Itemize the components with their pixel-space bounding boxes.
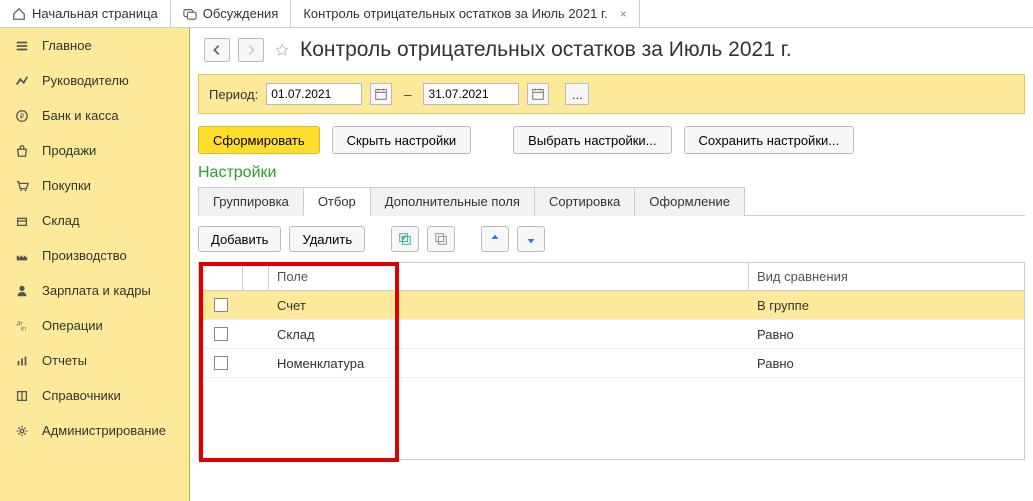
date-from-input[interactable] (266, 83, 362, 105)
tab-label: Контроль отрицательных остатков за Июль … (303, 6, 607, 21)
nav-back-button[interactable] (204, 38, 230, 62)
row-checkbox[interactable] (214, 356, 228, 370)
period-more-button[interactable]: ... (565, 83, 589, 105)
sidebar-item-sales[interactable]: Продажи (0, 133, 189, 168)
sidebar-item-label: Отчеты (42, 353, 87, 368)
calendar-from-button[interactable] (370, 83, 392, 105)
date-to-input[interactable] (423, 83, 519, 105)
delete-button[interactable]: Удалить (289, 226, 365, 252)
row-checkbox[interactable] (214, 327, 228, 341)
sidebar-item-reports[interactable]: Отчеты (0, 343, 189, 378)
period-label: Период: (209, 87, 258, 102)
move-down-button[interactable] (517, 226, 545, 252)
sidebar-item-label: Склад (42, 213, 80, 228)
form-button[interactable]: Сформировать (198, 126, 320, 154)
settings-heading: Настройки (198, 164, 1025, 182)
person-icon (14, 283, 30, 299)
nav-forward-button[interactable] (238, 38, 264, 62)
sidebar-item-label: Справочники (42, 388, 121, 403)
favorite-icon[interactable] (272, 40, 292, 60)
page-title: Контроль отрицательных остатков за Июль … (300, 38, 792, 62)
row-checkbox[interactable] (214, 298, 228, 312)
home-icon (12, 7, 26, 21)
table-row[interactable]: Номенклатура Равно (199, 349, 1024, 378)
close-icon[interactable]: × (620, 7, 627, 21)
uncheck-all-button[interactable] (427, 226, 455, 252)
table-row[interactable]: Склад Равно (199, 320, 1024, 349)
factory-icon (14, 248, 30, 264)
subtab-design[interactable]: Оформление (634, 187, 745, 216)
sidebar-item-label: Покупки (42, 178, 91, 193)
sidebar-item-label: Главное (42, 38, 92, 53)
content-area: Контроль отрицательных остатков за Июль … (190, 28, 1033, 501)
sidebar-item-operations[interactable]: ДтКт Операции (0, 308, 189, 343)
filter-table: Поле Вид сравнения Счет В группе Склад Р… (198, 262, 1025, 460)
sidebar-item-label: Продажи (42, 143, 96, 158)
save-settings-button[interactable]: Сохранить настройки... (684, 126, 855, 154)
box-icon (14, 213, 30, 229)
col-field: Поле (269, 263, 749, 290)
tab-discussions[interactable]: Обсуждения (171, 0, 292, 27)
choose-settings-button[interactable]: Выбрать настройки... (513, 126, 671, 154)
transactions-icon: ДтКт (14, 318, 30, 334)
hide-settings-button[interactable]: Скрыть настройки (332, 126, 472, 154)
bag-icon (14, 143, 30, 159)
sidebar-item-bank[interactable]: ₽ Банк и касса (0, 98, 189, 133)
col-condition: Вид сравнения (749, 263, 1024, 290)
top-tabbar: Начальная страница Обсуждения Контроль о… (0, 0, 1033, 28)
sidebar-item-purchases[interactable]: Покупки (0, 168, 189, 203)
menu-icon (14, 38, 30, 54)
period-bar: Период: – ... (198, 74, 1025, 114)
filter-toolbar: Добавить Удалить (198, 226, 1025, 252)
sidebar-item-references[interactable]: Справочники (0, 378, 189, 413)
ruble-icon: ₽ (14, 108, 30, 124)
sidebar-item-label: Производство (42, 248, 127, 263)
sidebar-item-director[interactable]: Руководителю (0, 63, 189, 98)
subtab-filter[interactable]: Отбор (303, 187, 371, 216)
subtab-extra-fields[interactable]: Дополнительные поля (370, 187, 535, 216)
cell-cond: Равно (749, 327, 1024, 342)
move-up-button[interactable] (481, 226, 509, 252)
book-icon (14, 388, 30, 404)
cart-icon (14, 178, 30, 194)
sidebar-item-warehouse[interactable]: Склад (0, 203, 189, 238)
sidebar-item-label: Операции (42, 318, 103, 333)
sidebar-item-label: Администрирование (42, 423, 166, 438)
sidebar-item-label: Руководителю (42, 73, 129, 88)
cell-field: Счет (269, 298, 749, 313)
chart-icon (14, 73, 30, 89)
cell-field: Номенклатура (269, 356, 749, 371)
cell-cond: В группе (749, 298, 1024, 313)
gear-icon (14, 423, 30, 439)
cell-cond: Равно (749, 356, 1024, 371)
sidebar: Главное Руководителю ₽ Банк и касса Прод… (0, 28, 190, 501)
table-header: Поле Вид сравнения (199, 263, 1024, 291)
calendar-to-button[interactable] (527, 83, 549, 105)
check-all-button[interactable] (391, 226, 419, 252)
sidebar-item-production[interactable]: Производство (0, 238, 189, 273)
sidebar-item-label: Зарплата и кадры (42, 283, 151, 298)
table-row[interactable]: Счет В группе (199, 291, 1024, 320)
bar-chart-icon (14, 353, 30, 369)
tab-report[interactable]: Контроль отрицательных остатков за Июль … (291, 0, 639, 27)
subtab-grouping[interactable]: Группировка (198, 187, 304, 216)
dash-separator: – (400, 87, 415, 102)
add-button[interactable]: Добавить (198, 226, 281, 252)
sidebar-item-label: Банк и касса (42, 108, 119, 123)
tab-home[interactable]: Начальная страница (0, 0, 171, 27)
svg-text:₽: ₽ (20, 112, 25, 120)
chat-icon (183, 7, 197, 21)
sidebar-item-salary[interactable]: Зарплата и кадры (0, 273, 189, 308)
sidebar-item-main[interactable]: Главное (0, 28, 189, 63)
main-buttons: Сформировать Скрыть настройки Выбрать на… (198, 126, 1025, 154)
tab-label: Начальная страница (32, 6, 158, 21)
subtab-sort[interactable]: Сортировка (534, 187, 635, 216)
subtabs: Группировка Отбор Дополнительные поля Со… (198, 186, 1025, 216)
svg-text:Кт: Кт (21, 326, 27, 332)
cell-field: Склад (269, 327, 749, 342)
tab-label: Обсуждения (203, 6, 279, 21)
sidebar-item-admin[interactable]: Администрирование (0, 413, 189, 448)
